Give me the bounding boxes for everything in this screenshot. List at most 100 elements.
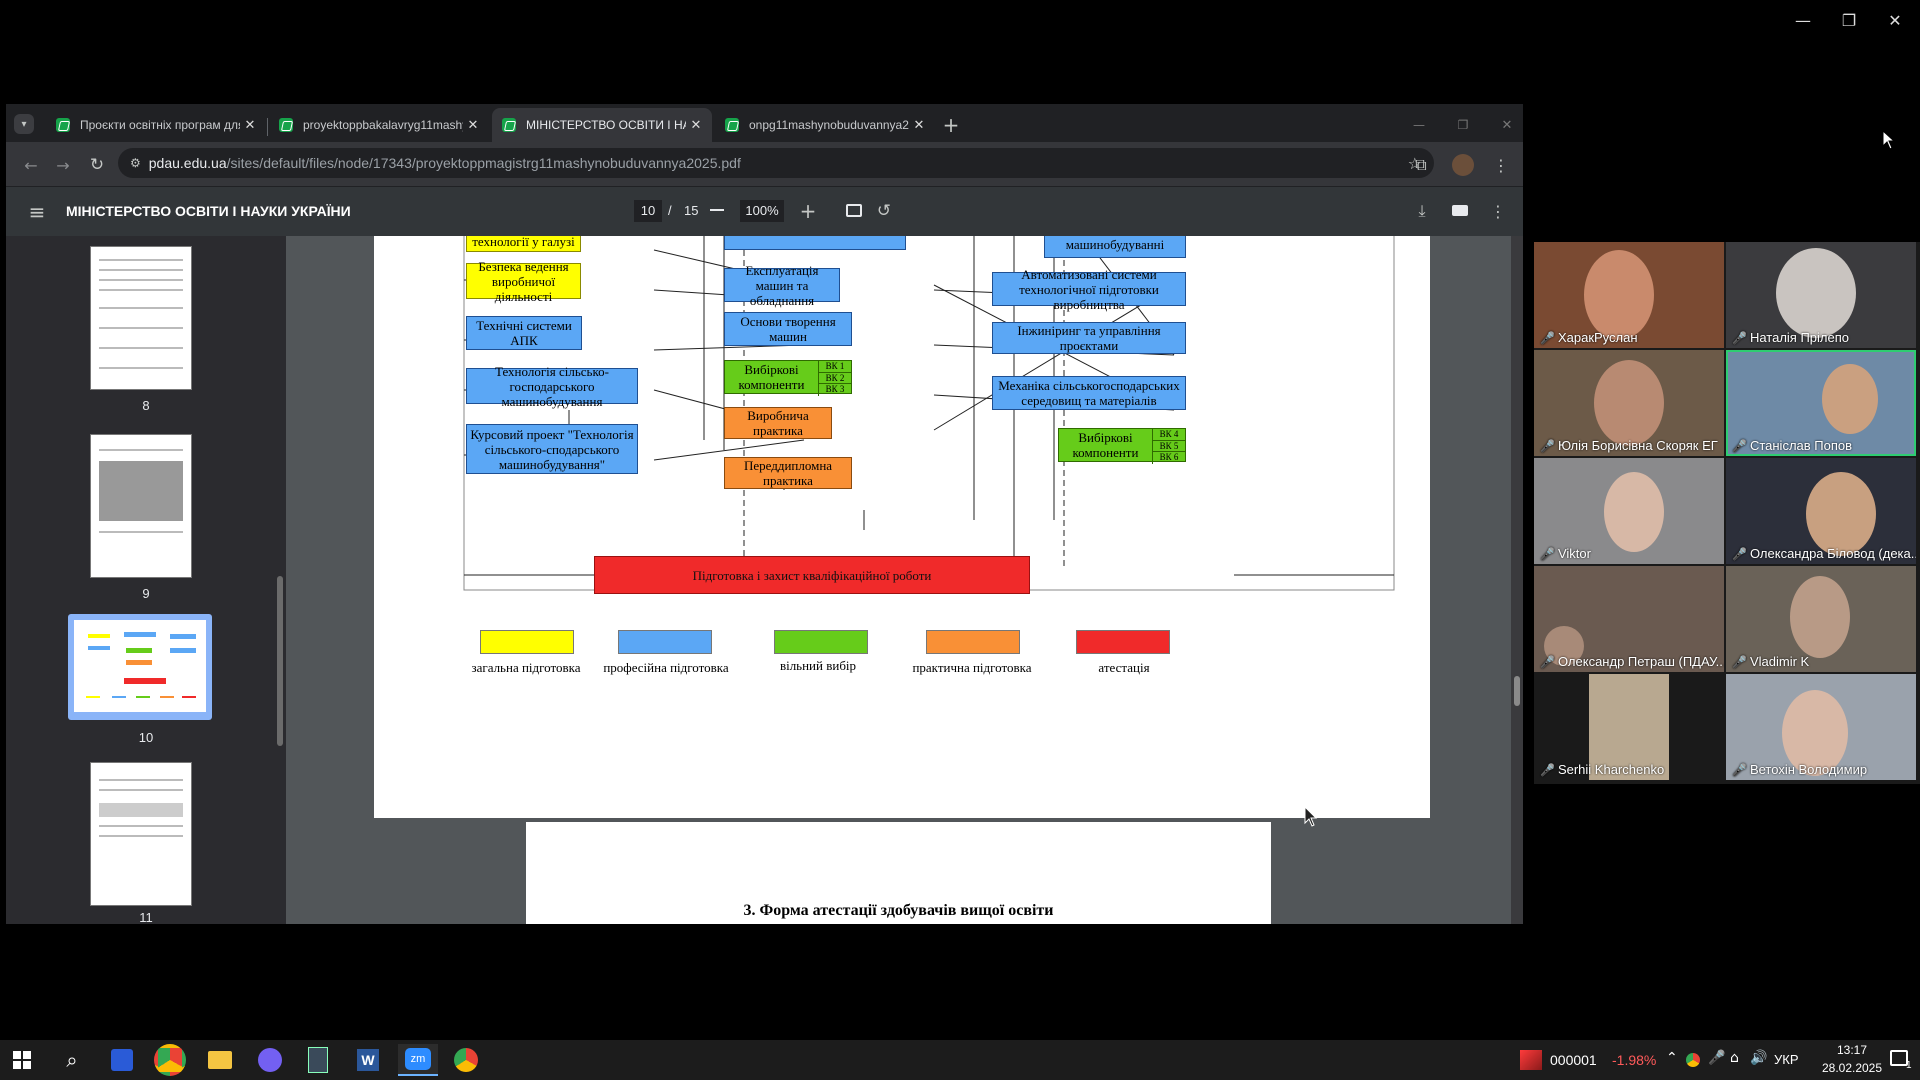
close-button[interactable]: ✕ xyxy=(1872,0,1918,40)
thumbnail-scrollbar[interactable] xyxy=(274,236,286,924)
thumbnail-label: 8 xyxy=(142,398,150,413)
chrome-menu-icon[interactable]: ⋮ xyxy=(1488,152,1514,178)
download-icon[interactable]: ⤓ xyxy=(1410,199,1434,223)
tab-3-active[interactable]: МІНІСТЕРСТВО ОСВІТИ І НАУКИ УКРА ✕ xyxy=(492,108,712,142)
diagram-box: машинобудуванні xyxy=(1044,236,1186,258)
thumbnail-page-8[interactable] xyxy=(90,246,192,390)
tab-title: Проєкти освітніх програм для обгов xyxy=(80,118,240,132)
browser-app-icon[interactable] xyxy=(446,1044,486,1076)
diagram-box: Автоматизовані системи технологічної під… xyxy=(992,267,1186,312)
profile-avatar[interactable] xyxy=(1452,154,1474,176)
forward-icon[interactable]: → xyxy=(50,152,76,178)
word-app-icon[interactable]: W xyxy=(348,1044,388,1076)
thumbnail-page-10[interactable] xyxy=(74,620,206,712)
legend-swatch xyxy=(480,630,574,654)
microphone-icon[interactable]: 🎤 xyxy=(1708,1050,1725,1066)
diagram-box: Інжиніринг та управління проєктами xyxy=(992,322,1186,354)
participant-tile-active-speaker[interactable]: 🎤 Станіслав Попов xyxy=(1726,350,1916,456)
calculator-app-icon[interactable] xyxy=(298,1044,338,1076)
legend-label: атестація xyxy=(1098,660,1150,675)
participant-tile[interactable]: 🎤 Юлія Борисівна Скоряк ЕГ xyxy=(1534,350,1724,456)
clock-date[interactable]: 28.02.2025 xyxy=(1816,1061,1888,1075)
search-icon[interactable]: ⌕ xyxy=(52,1044,92,1076)
address-bar[interactable]: ⚙ pdau.edu.ua/sites/default/files/node/1… xyxy=(118,148,1434,178)
elective-box: Вибіркові компоненти ВК 4 ВК 5 ВК 6 xyxy=(1058,428,1186,464)
tab-4[interactable]: onpg11mashynobuduvannya20251 2.p ✕ xyxy=(715,108,935,142)
viewer-scroll-thumb[interactable] xyxy=(1514,676,1520,706)
tab-title: МІНІСТЕРСТВО ОСВІТИ І НАУКИ УКРА xyxy=(526,118,686,132)
zoom-in-icon[interactable]: + xyxy=(796,199,820,223)
tab-2[interactable]: proyektoppbakalavryg11mashynobud ✕ xyxy=(269,108,489,142)
tab-search-icon[interactable]: ▾ xyxy=(14,114,34,134)
close-tab-icon[interactable]: ✕ xyxy=(240,118,260,133)
viber-app-icon[interactable] xyxy=(250,1044,290,1076)
diagram-box: Експлуатація машин та обладнання xyxy=(724,263,840,308)
mouse-cursor-icon xyxy=(1882,130,1896,150)
language-indicator[interactable]: УКР xyxy=(1774,1052,1799,1067)
zoom-input[interactable]: 100% xyxy=(740,200,784,222)
page-number-input[interactable]: 10 xyxy=(634,200,662,222)
mouse-cursor-icon xyxy=(1304,806,1318,827)
zoom-out-icon[interactable] xyxy=(710,209,724,211)
mic-muted-icon: 🎤 xyxy=(1540,439,1555,453)
mic-muted-icon: 🎤 xyxy=(1732,331,1747,345)
participant-tile[interactable]: 🎤 ХаракРуслан xyxy=(1534,242,1724,348)
thumbnail-label: 10 xyxy=(138,730,154,745)
doc-favicon-icon xyxy=(279,118,293,132)
doc-favicon-icon xyxy=(502,118,516,132)
thumbnail-page-9[interactable] xyxy=(90,434,192,578)
participant-tile[interactable]: 🎤 Vladimir K xyxy=(1726,566,1916,672)
participant-tile[interactable]: 🎤 Ветохін Володимир xyxy=(1726,674,1916,780)
tab-1[interactable]: Проєкти освітніх програм для обгов ✕ xyxy=(46,108,266,142)
clock-time[interactable]: 13:17 xyxy=(1822,1043,1882,1057)
mic-muted-icon: 🎤 xyxy=(1540,655,1555,669)
chrome-minimize-icon[interactable]: — xyxy=(1406,112,1432,138)
doc-favicon-icon xyxy=(56,118,70,132)
legend-swatch xyxy=(926,630,1020,654)
minimize-button[interactable]: — xyxy=(1780,0,1826,40)
participant-tile[interactable]: 🎤 Наталія Прілепо xyxy=(1726,242,1916,348)
chrome-restore-icon[interactable]: ❐ xyxy=(1450,112,1476,138)
legend-swatch xyxy=(618,630,712,654)
pdf-more-icon[interactable]: ⋮ xyxy=(1486,199,1510,223)
back-icon[interactable]: ← xyxy=(18,152,44,178)
start-button[interactable] xyxy=(2,1044,42,1076)
thumbnail-page-11[interactable] xyxy=(90,762,192,906)
mic-muted-icon: 🎤 xyxy=(1540,763,1555,777)
stock-chart-icon[interactable] xyxy=(1520,1050,1542,1070)
site-info-icon[interactable]: ⚙ xyxy=(130,156,141,170)
pdf-menu-icon[interactable]: ≡ xyxy=(24,199,50,225)
tray-chevron-icon[interactable]: ⌃ xyxy=(1666,1050,1678,1066)
viewer-scrollbar[interactable] xyxy=(1511,236,1523,924)
tray-chrome-icon[interactable] xyxy=(1686,1053,1700,1067)
pdf-toolbar: ≡ МІНІСТЕРСТВО ОСВІТИ І НАУКИ УКРАЇНИ 10… xyxy=(6,186,1523,236)
print-icon[interactable] xyxy=(1452,205,1468,216)
thumbnail-scroll-thumb[interactable] xyxy=(277,576,283,746)
diagram-box: технології у галузі xyxy=(466,236,581,252)
page-total: 15 xyxy=(684,203,699,218)
chrome-close-icon[interactable]: ✕ xyxy=(1494,112,1520,138)
mic-muted-icon: 🎤 xyxy=(1732,655,1747,669)
participant-tile[interactable]: 🎤 Олександра Біловод (дека... xyxy=(1726,458,1916,564)
network-icon[interactable]: ⌂ xyxy=(1730,1050,1739,1066)
close-tab-icon[interactable]: ✕ xyxy=(909,118,929,133)
new-tab-button[interactable]: + xyxy=(938,112,964,138)
tab-bar: ▾ Проєкти освітніх програм для обгов ✕ p… xyxy=(6,104,1523,142)
fit-page-icon[interactable] xyxy=(846,204,862,217)
chrome-app-icon[interactable] xyxy=(150,1044,190,1076)
zoom-app-icon[interactable]: zm xyxy=(398,1044,438,1076)
participant-tile[interactable]: 🎤 Serhii Kharchenko xyxy=(1534,674,1724,780)
close-tab-icon[interactable]: ✕ xyxy=(686,118,706,133)
extensions-icon[interactable]: ⧉ xyxy=(1408,152,1434,178)
reload-icon[interactable]: ↻ xyxy=(84,152,110,178)
participant-tile[interactable]: 🎤 Олександр Петраш (ПДАУ... xyxy=(1534,566,1724,672)
rotate-icon[interactable]: ↺ xyxy=(872,199,896,223)
file-explorer-icon[interactable] xyxy=(200,1044,240,1076)
participant-name: Олександр Петраш (ПДАУ... xyxy=(1557,654,1724,669)
volume-icon[interactable]: 🔊 xyxy=(1750,1050,1767,1066)
stock-change: -1.98% xyxy=(1612,1052,1657,1068)
participant-tile[interactable]: 🎤 Viktor xyxy=(1534,458,1724,564)
restore-button[interactable]: ❐ xyxy=(1826,0,1872,40)
close-tab-icon[interactable]: ✕ xyxy=(463,118,483,133)
save-app-icon[interactable] xyxy=(102,1044,142,1076)
